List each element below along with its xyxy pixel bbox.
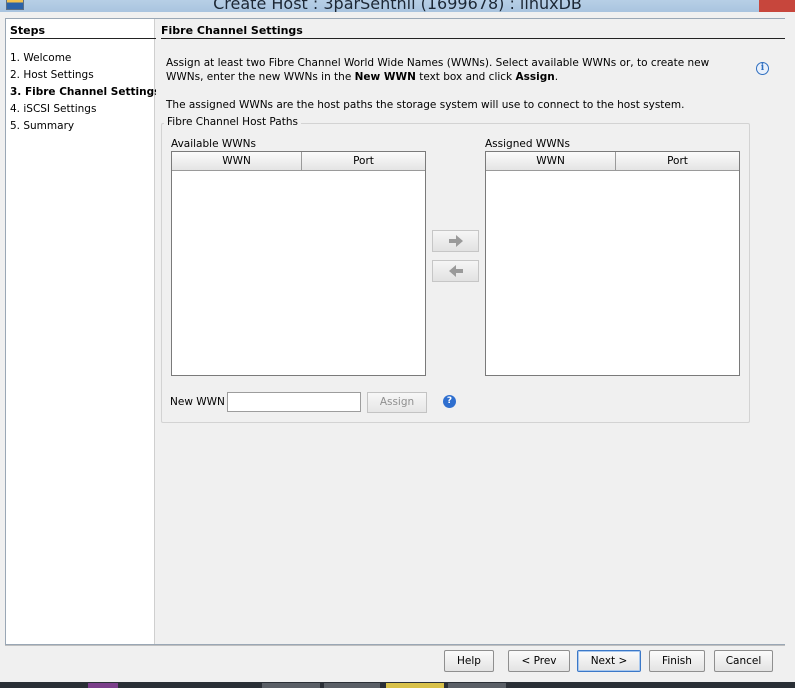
table-header: WWN Port [172,152,425,171]
step-welcome[interactable]: 1. Welcome [10,52,71,64]
help-icon[interactable]: ? [443,395,456,408]
steps-divider [10,38,156,39]
intro-text: Assign at least two Fibre Channel World … [166,57,710,83]
steps-panel: Steps 1. Welcome 2. Host Settings 3. Fib… [6,19,160,644]
next-button[interactable]: Next > [577,650,641,672]
step-host-settings[interactable]: 2. Host Settings [10,69,94,81]
taskbar-item[interactable] [262,683,320,688]
column-header-port[interactable]: Port [301,152,425,170]
taskbar-item-active[interactable] [386,683,444,688]
column-header-port[interactable]: Port [615,152,739,170]
new-wwn-label: New WWN [170,396,225,408]
taskbar-item[interactable] [448,683,506,688]
section-divider [161,38,785,39]
column-header-wwn[interactable]: WWN [486,152,615,170]
available-wwns-label: Available WWNs [171,138,256,150]
steps-heading: Steps [10,24,46,37]
available-wwns-table[interactable]: WWN Port [171,151,426,376]
info-text: The assigned WWNs are the host paths the… [166,99,685,111]
window-title: Create Host : 3parSenthil (1699678) : li… [213,0,582,12]
step-iscsi-settings[interactable]: 4. iSCSI Settings [10,103,96,115]
remove-wwn-button[interactable] [432,260,479,282]
assigned-wwns-table[interactable]: WWN Port [485,151,740,376]
help-button[interactable]: Help [444,650,494,672]
section-heading: Fibre Channel Settings [161,24,303,37]
table-header: WWN Port [486,152,739,171]
info-icon[interactable]: i [756,62,769,75]
cancel-button[interactable]: Cancel [714,650,773,672]
assign-button[interactable]: Assign [367,392,427,413]
taskbar-item[interactable] [324,683,380,688]
step-summary[interactable]: 5. Summary [10,120,74,132]
group-title: Fibre Channel Host Paths [164,116,301,128]
title-bar: Create Host : 3parSenthil (1699678) : li… [0,0,795,12]
close-button[interactable] [759,0,795,12]
taskbar-item[interactable] [88,683,118,688]
step-fibre-channel-settings[interactable]: 3. Fibre Channel Settings [10,86,160,98]
assigned-wwns-label: Assigned WWNs [485,138,570,150]
column-header-wwn[interactable]: WWN [172,152,301,170]
arrow-right-icon [448,235,463,247]
finish-button[interactable]: Finish [649,650,705,672]
arrow-left-icon [448,265,463,277]
new-wwn-input[interactable] [227,392,361,412]
add-wwn-button[interactable] [432,230,479,252]
prev-button[interactable]: < Prev [508,650,570,672]
